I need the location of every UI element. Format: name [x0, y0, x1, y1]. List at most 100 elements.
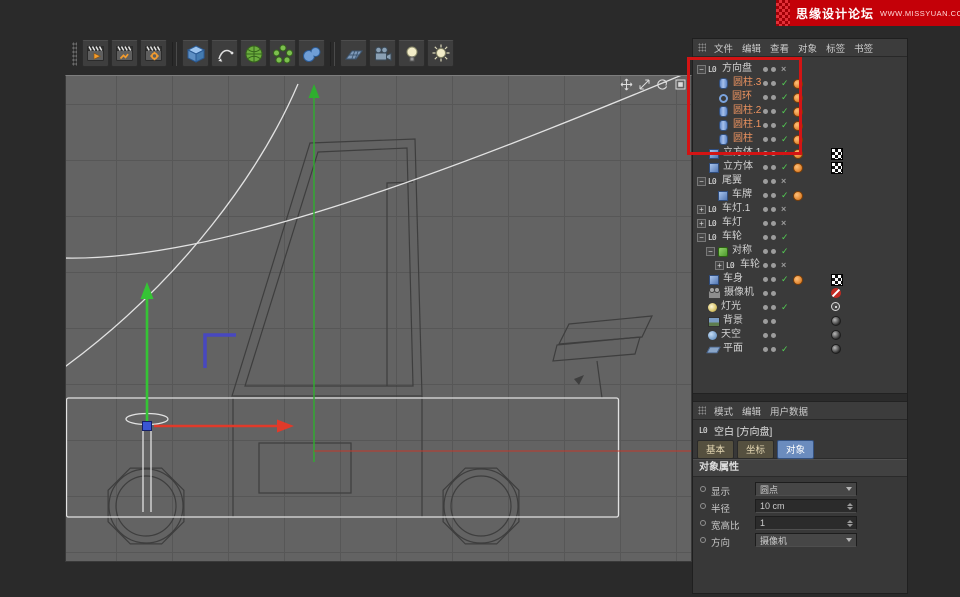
tab-基本[interactable]: 基本 [697, 440, 734, 459]
tree-item-车轮[interactable]: +车轮× [693, 258, 907, 272]
gizmo-origin[interactable] [143, 422, 152, 431]
property-control-宽高比[interactable]: 1 [755, 516, 857, 530]
tree-item-圆环[interactable]: 圆环✓ [693, 90, 907, 104]
visibility-dots[interactable] [763, 165, 776, 170]
render-view-button[interactable] [82, 40, 109, 67]
array-button[interactable] [269, 40, 296, 67]
expand-expander-icon[interactable]: + [715, 261, 724, 270]
tree-item-立方体.1[interactable]: 立方体.1✓ [693, 146, 907, 160]
enable-toggle[interactable]: × [781, 174, 786, 188]
viewport[interactable] [65, 75, 692, 562]
slash-tag-icon[interactable] [831, 288, 841, 298]
checker-tag-icon[interactable] [831, 148, 843, 160]
om-menu-item-对象[interactable]: 对象 [798, 41, 817, 55]
tree-item-圆柱.2[interactable]: 圆柱.2✓ [693, 104, 907, 118]
visibility-dots[interactable] [763, 151, 776, 156]
om-menu-item-文件[interactable]: 文件 [714, 41, 733, 55]
checker-tag-icon[interactable] [831, 274, 843, 286]
tree-item-对称[interactable]: −对称✓ [693, 244, 907, 258]
enable-toggle[interactable]: ✓ [781, 188, 789, 202]
phong-tag-icon[interactable] [793, 79, 803, 89]
panel-splitter[interactable] [693, 393, 907, 402]
sphere-tag-icon[interactable] [831, 344, 841, 354]
checker-tag-icon[interactable] [831, 162, 843, 174]
expand-expander-icon[interactable]: + [697, 219, 706, 228]
spinner-icon[interactable] [847, 503, 853, 510]
enable-toggle[interactable]: ✓ [781, 300, 789, 314]
enable-toggle[interactable]: ✓ [781, 272, 789, 286]
visibility-dots[interactable] [763, 347, 776, 352]
tree-item-车轮[interactable]: −车轮✓ [693, 230, 907, 244]
phong-tag-icon[interactable] [793, 163, 803, 173]
visibility-dots[interactable] [763, 291, 776, 296]
collapse-expander-icon[interactable]: − [697, 177, 706, 186]
tab-对象[interactable]: 对象 [777, 440, 814, 459]
keyframe-dot[interactable] [700, 503, 706, 509]
visibility-dots[interactable] [763, 277, 776, 282]
phong-tag-icon[interactable] [793, 107, 803, 117]
toggle-view-icon[interactable] [674, 78, 687, 91]
om-menu-item-标签[interactable]: 标签 [826, 41, 845, 55]
tree-item-方向盘[interactable]: −方向盘× [693, 62, 907, 76]
visibility-dots[interactable] [763, 179, 776, 184]
tree-item-车牌[interactable]: 车牌✓ [693, 188, 907, 202]
visibility-dots[interactable] [763, 81, 776, 86]
y-axis-arrowhead[interactable] [141, 282, 154, 299]
visibility-dots[interactable] [763, 109, 776, 114]
panel-grip-icon[interactable] [698, 43, 706, 52]
om-menu-item-书签[interactable]: 书签 [854, 41, 873, 55]
visibility-dots[interactable] [763, 67, 776, 72]
enable-toggle[interactable]: ✓ [781, 76, 789, 90]
pan-view-icon[interactable] [620, 78, 633, 91]
tree-item-圆柱[interactable]: 圆柱✓ [693, 132, 907, 146]
visibility-dots[interactable] [763, 305, 776, 310]
sphere-tag-icon[interactable] [831, 330, 841, 340]
visibility-dots[interactable] [763, 137, 776, 142]
tab-坐标[interactable]: 坐标 [737, 440, 774, 459]
render-settings-button[interactable] [140, 40, 167, 67]
tree-item-灯光[interactable]: 灯光✓ [693, 300, 907, 314]
panel-grip-icon[interactable] [698, 406, 706, 415]
phong-tag-icon[interactable] [793, 135, 803, 145]
am-menu-item-编辑[interactable]: 编辑 [742, 404, 761, 418]
tree-item-圆柱.3[interactable]: 圆柱.3✓ [693, 76, 907, 90]
collapse-expander-icon[interactable]: − [706, 247, 715, 256]
camera-tool-button[interactable] [369, 40, 396, 67]
phong-tag-icon[interactable] [793, 191, 803, 201]
x-axis-arrowhead[interactable] [277, 420, 294, 433]
visibility-dots[interactable] [763, 221, 776, 226]
visibility-dots[interactable] [763, 249, 776, 254]
enable-toggle[interactable]: ✓ [781, 132, 789, 146]
am-menu-item-用户数据[interactable]: 用户数据 [770, 404, 808, 418]
metaball-button[interactable] [298, 40, 325, 67]
rotate-view-icon[interactable] [656, 78, 669, 91]
enable-toggle[interactable]: ✓ [781, 146, 789, 160]
enable-toggle[interactable]: ✓ [781, 160, 789, 174]
spline-pen-button[interactable] [211, 40, 238, 67]
light-tool-button[interactable] [398, 40, 425, 67]
visibility-dots[interactable] [763, 235, 776, 240]
enable-toggle[interactable]: ✓ [781, 342, 789, 356]
keyframe-dot[interactable] [700, 537, 706, 543]
visibility-dots[interactable] [763, 193, 776, 198]
enable-toggle[interactable]: ✓ [781, 104, 789, 118]
render-picture-viewer-button[interactable] [111, 40, 138, 67]
enable-toggle[interactable]: ✓ [781, 118, 789, 132]
enable-toggle[interactable]: × [781, 216, 786, 230]
enable-toggle[interactable]: ✓ [781, 90, 789, 104]
expand-expander-icon[interactable]: + [697, 205, 706, 214]
tree-item-背景[interactable]: 背景 [693, 314, 907, 328]
collapse-expander-icon[interactable]: − [697, 233, 706, 242]
property-control-方向[interactable]: 摄像机 [755, 533, 857, 547]
enable-toggle[interactable]: ✓ [781, 244, 789, 258]
visibility-dots[interactable] [763, 319, 776, 324]
tree-item-摄像机[interactable]: 摄像机 [693, 286, 907, 300]
tree-item-平面[interactable]: 平面✓ [693, 342, 907, 356]
visibility-dots[interactable] [763, 95, 776, 100]
collapse-expander-icon[interactable]: − [697, 65, 706, 74]
visibility-dots[interactable] [763, 333, 776, 338]
tree-item-天空[interactable]: 天空 [693, 328, 907, 342]
toolbar-grip[interactable] [72, 42, 77, 66]
sphere-tag-icon[interactable] [831, 316, 841, 326]
visibility-dots[interactable] [763, 207, 776, 212]
